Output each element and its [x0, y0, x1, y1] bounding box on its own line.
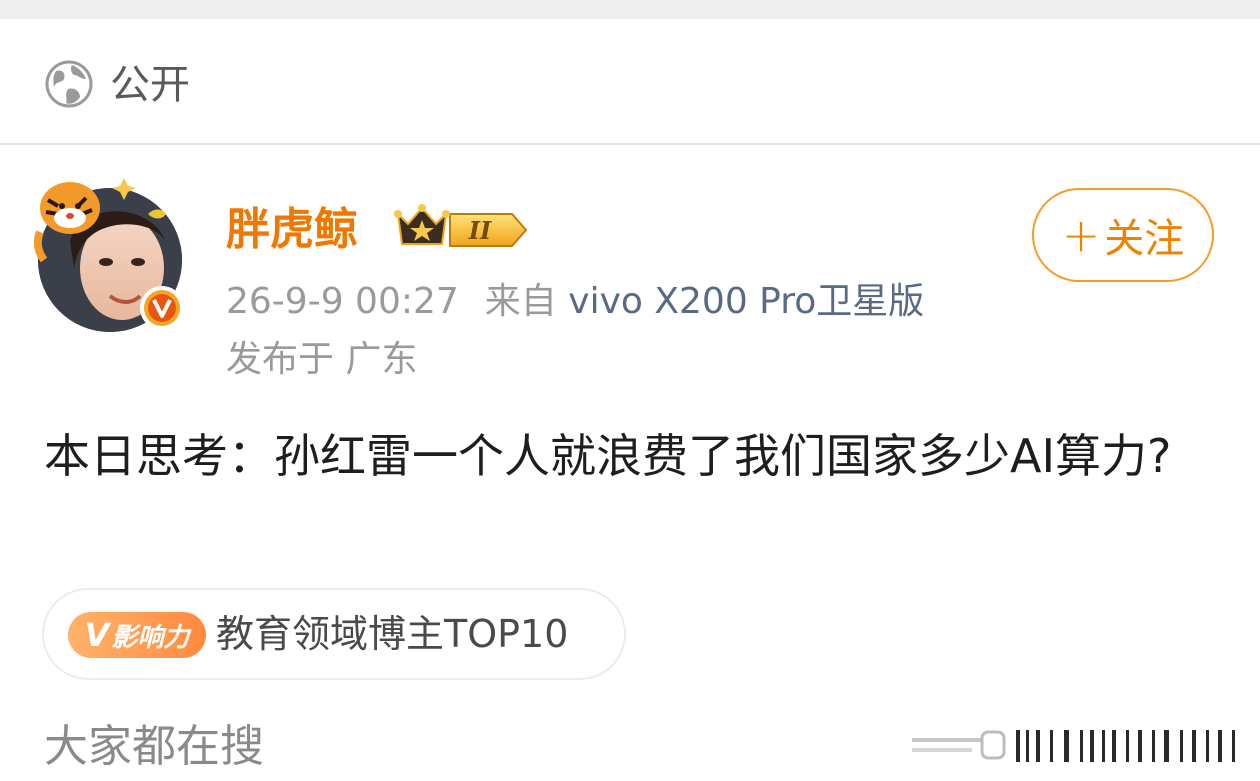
v-icon: V: [84, 616, 110, 654]
user-name[interactable]: 胖虎鲸: [226, 200, 358, 260]
verified-v-icon: [140, 286, 184, 330]
post-text: 本日思考：孙红雷一个人就浪费了我们国家多少AI算力?: [44, 429, 1172, 483]
trending-title: 大家都在搜: [44, 721, 264, 772]
follow-button[interactable]: + 关注: [1032, 188, 1214, 282]
influence-label: 教育领域博主TOP10: [216, 612, 569, 656]
top-strip: [0, 0, 1260, 19]
post-location: 发布于 广东: [226, 339, 418, 380]
level-text: II: [468, 216, 492, 245]
visibility-label: 公开: [110, 62, 190, 108]
post-time: 26-9-9 00:27: [226, 281, 459, 322]
crown-level-badge: II: [394, 204, 528, 247]
influence-tag[interactable]: V 影响力 教育领域博主TOP10: [42, 588, 626, 680]
source-label: 来自: [484, 281, 557, 322]
avatar[interactable]: [30, 172, 190, 334]
visibility-row[interactable]: 公开: [0, 19, 1260, 145]
post-meta: 26-9-9 00:27 来自 vivo X200 Pro卫星版: [226, 276, 924, 328]
trending-watermark-strip: [912, 730, 1235, 762]
globe-icon: [45, 60, 93, 108]
influence-badge-text: 影响力: [111, 622, 190, 653]
follow-label: 关注: [1104, 216, 1185, 262]
influence-badge: V 影响力: [68, 612, 206, 658]
device-link[interactable]: vivo X200 Pro卫星版: [568, 281, 924, 322]
plus-icon: +: [1061, 208, 1101, 262]
